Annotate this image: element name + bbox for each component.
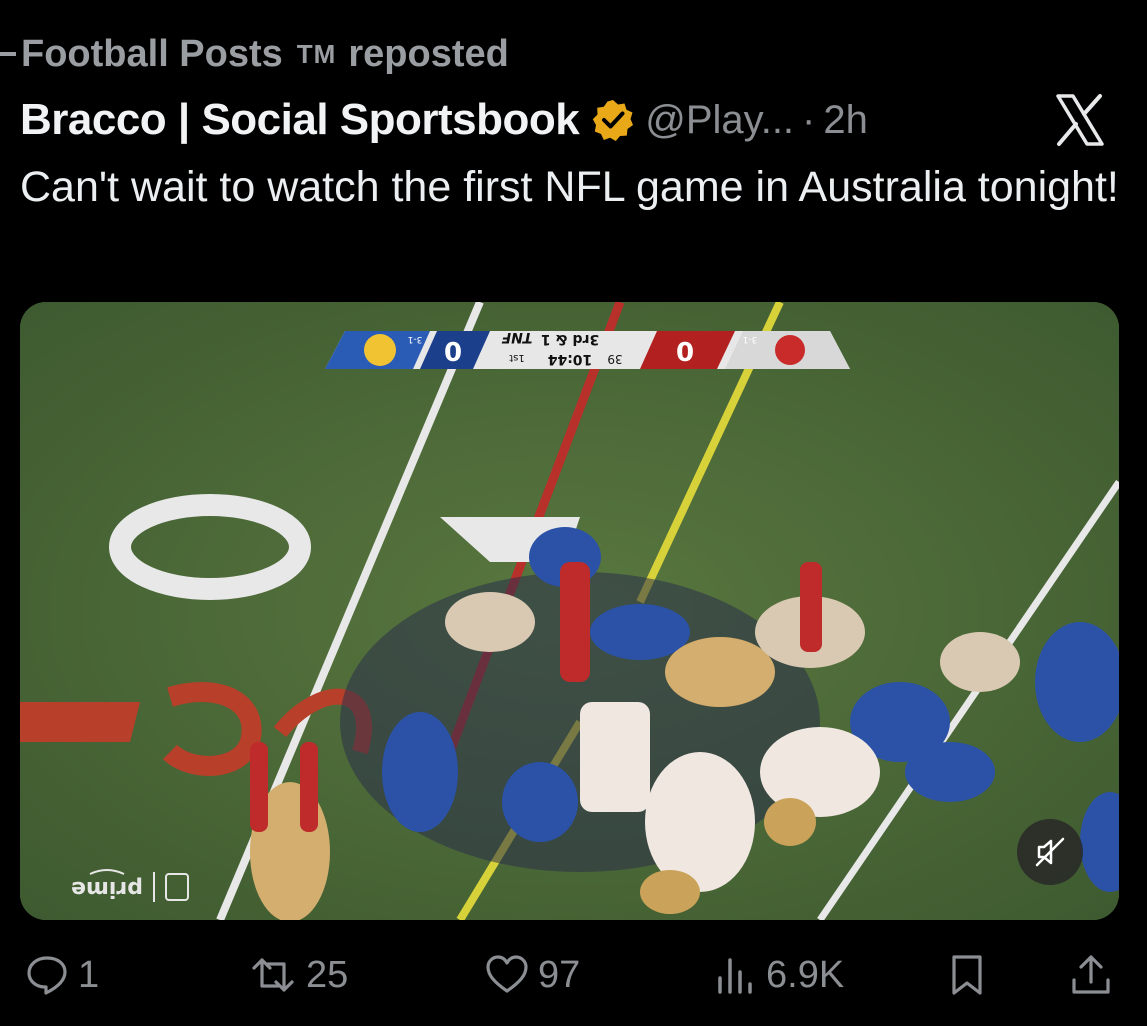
- like-button[interactable]: 97: [484, 945, 580, 1005]
- share-icon: [1072, 955, 1110, 994]
- reply-button[interactable]: 1: [24, 945, 99, 1005]
- reply-icon: [27, 956, 67, 995]
- bookmark-button[interactable]: [944, 945, 990, 1005]
- down-distance: 3rd & 1: [541, 331, 599, 347]
- broadcast-logo: prime: [71, 876, 143, 901]
- repost-account: Football Posts: [21, 32, 283, 75]
- away-score: 0: [444, 338, 462, 368]
- share-button[interactable]: [1068, 945, 1114, 1005]
- away-record: 3-1: [408, 334, 423, 344]
- home-record: 3-1: [743, 334, 758, 344]
- author-handle[interactable]: @Play...: [645, 98, 794, 143]
- header-separator: ·: [802, 97, 816, 142]
- mute-button[interactable]: [1017, 819, 1083, 885]
- action-bar: 1 25 97 6.9K: [0, 945, 1147, 1005]
- bookmark-icon: [952, 955, 982, 995]
- prime-video-watermark: prime: [71, 869, 189, 902]
- repost-context[interactable]: Football Posts TM reposted: [0, 30, 509, 78]
- views-count: 6.9K: [766, 953, 845, 996]
- tweet-text: Can't wait to watch the first NFL game i…: [20, 163, 1119, 211]
- network-label: TNF: [501, 329, 532, 345]
- verified-badge-icon: [593, 100, 634, 141]
- quarter: 1st: [509, 352, 525, 363]
- repost-button[interactable]: 25: [248, 945, 348, 1005]
- scorebug: 0 0 10:44 3rd & 1 39 1st TNF 3-1 3-1: [325, 329, 850, 369]
- x-logo-icon[interactable]: [1050, 92, 1110, 148]
- repost-icon: [252, 958, 294, 992]
- repost-label: reposted: [348, 32, 509, 75]
- reply-count: 1: [78, 953, 100, 996]
- football-field-frame: [20, 302, 1119, 920]
- views-button[interactable]: 6.9K: [712, 945, 844, 1005]
- heart-icon: [486, 955, 528, 993]
- like-count: 97: [538, 953, 581, 996]
- repost-tm: TM: [296, 38, 337, 69]
- tweet-time[interactable]: 2h: [823, 98, 868, 143]
- play-clock: 39: [607, 352, 622, 366]
- game-clock: 10:44: [547, 351, 592, 367]
- home-score: 0: [676, 338, 694, 368]
- author-name[interactable]: Bracco | Social Sportsbook: [20, 95, 580, 145]
- tweet-video[interactable]: 0 0 10:44 3rd & 1 39 1st TNF 3-1 3-1 pri…: [20, 302, 1119, 920]
- repost-indicator-icon: [0, 52, 16, 56]
- views-icon: [718, 958, 752, 994]
- muted-speaker-icon: [1035, 837, 1065, 867]
- repost-count: 25: [306, 953, 349, 996]
- tweet-header: Bracco | Social Sportsbook @Play... · 2h: [20, 92, 1130, 148]
